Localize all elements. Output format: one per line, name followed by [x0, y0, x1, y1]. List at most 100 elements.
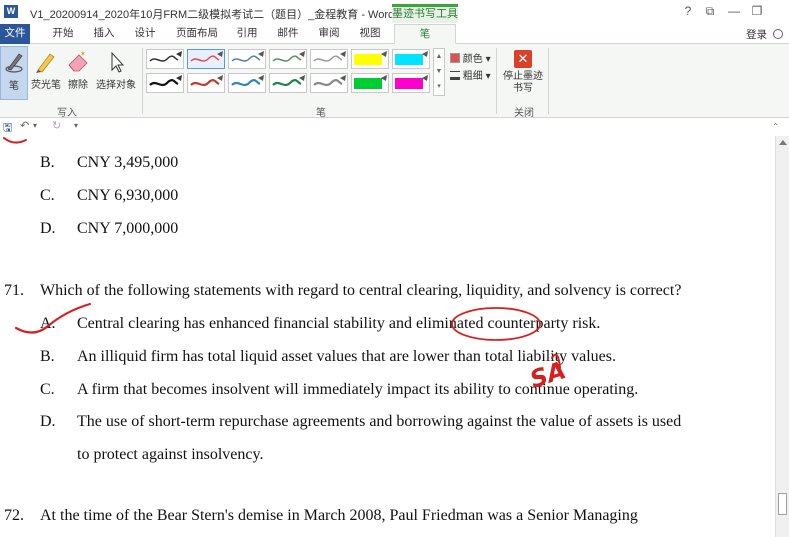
ink-stroke — [3, 137, 27, 144]
help-button[interactable]: ? — [679, 4, 697, 18]
pen-style-4[interactable] — [269, 49, 307, 69]
close-icon: ✕ — [514, 50, 532, 68]
highlighter-style-magenta[interactable] — [392, 73, 430, 93]
scroll-up-icon[interactable] — [779, 140, 787, 145]
stop-inking-label: 停止墨迹书写 — [503, 71, 543, 94]
collapse-ribbon-icon[interactable]: ⌃ — [772, 122, 779, 131]
option-letter: B. — [40, 154, 55, 171]
pen-style-10[interactable] — [310, 73, 348, 93]
pen-color-label: 颜色 — [462, 54, 483, 65]
pen-stroke-icon — [149, 51, 182, 62]
pen-stroke-icon — [231, 51, 264, 62]
ribbon-display-options-button[interactable]: ⧉ — [701, 4, 719, 19]
select-objects-button[interactable]: 选择对象 — [94, 46, 138, 100]
title-bar: W V1_20200914_2020年10月FRM二级模拟考试二（题目）_金程教… — [0, 0, 789, 24]
question-text: Which of the following statements with r… — [40, 282, 682, 299]
minimize-button[interactable]: — — [725, 4, 743, 18]
pen-gallery-scroller[interactable]: ▲ ▼ ▾ — [433, 48, 445, 96]
document-page[interactable]: B. CNY 3,495,000 C. CNY 6,930,000 D. CNY… — [0, 136, 775, 537]
option-letter: C. — [40, 187, 55, 204]
option-letter: B. — [40, 348, 55, 365]
highlighter-button[interactable]: 荧光笔 — [30, 46, 62, 100]
pen-stroke-icon — [313, 51, 346, 62]
tab-file[interactable]: 文件 — [0, 24, 30, 44]
option-letter: C. — [40, 381, 55, 398]
highlighter-style-cyan[interactable] — [392, 49, 430, 69]
pen-style-7[interactable] — [187, 73, 225, 93]
pen-style-6[interactable] — [146, 73, 184, 93]
highlighter-stroke-icon — [395, 51, 428, 65]
option-text: The use of short-term repurchase agreeme… — [77, 413, 682, 430]
word-app-icon[interactable]: W — [4, 5, 18, 18]
group-divider — [548, 48, 549, 114]
option-text: CNY 6,930,000 — [77, 187, 179, 204]
pen-style-5[interactable] — [310, 49, 348, 69]
pen-stroke-icon — [149, 75, 182, 87]
pen-stroke-icon — [231, 75, 264, 87]
eraser-icon: ✶ — [68, 50, 88, 72]
pen-button[interactable]: 笔 — [0, 46, 28, 100]
pen-style-8[interactable] — [228, 73, 266, 93]
tab-design[interactable]: 设计 — [131, 24, 159, 44]
group-divider — [496, 48, 497, 114]
tab-home[interactable]: 开始 — [49, 24, 77, 44]
eraser-button[interactable]: ✶ 擦除 — [64, 46, 92, 100]
sign-in-link[interactable]: 登录 — [746, 27, 767, 42]
pen-weight-dropdown[interactable]: 粗细 ▾ — [450, 67, 491, 82]
user-icon[interactable] — [773, 29, 783, 39]
option-text: to protect against insolvency. — [77, 446, 264, 463]
highlighter-label: 荧光笔 — [31, 80, 61, 91]
tab-mailings[interactable]: 邮件 — [274, 24, 302, 44]
customize-toolbar-icon[interactable]: ▾ — [74, 121, 78, 130]
undo-icon[interactable]: ↶ — [20, 119, 29, 132]
pen-style-1[interactable] — [146, 49, 184, 69]
scrollbar-thumb[interactable] — [778, 493, 787, 515]
pen-style-9[interactable] — [269, 73, 307, 93]
tab-insert[interactable]: 插入 — [90, 24, 118, 44]
cursor-arrow-icon — [111, 51, 125, 73]
redo-icon[interactable]: ↻ — [52, 119, 61, 132]
question-text: At the time of the Bear Stern's demise i… — [40, 507, 638, 524]
close-group-label: 关闭 — [514, 108, 534, 119]
pen-stroke-icon — [190, 75, 223, 87]
highlighter-stroke-icon — [395, 75, 428, 89]
chevron-down-icon: ▾ — [485, 54, 491, 65]
pen-stroke-icon — [190, 51, 223, 62]
tab-page-layout[interactable]: 页面布局 — [173, 24, 221, 44]
pen-icon — [5, 53, 23, 73]
tab-pens[interactable]: 笔 — [394, 24, 456, 44]
question-number: 72. — [4, 507, 24, 524]
ink-tools-context-title: 墨迹书写工具 — [392, 4, 458, 23]
select-objects-label: 选择对象 — [96, 80, 136, 91]
tab-view[interactable]: 视图 — [356, 24, 384, 44]
tab-review[interactable]: 审阅 — [315, 24, 343, 44]
eraser-label: 擦除 — [68, 80, 88, 91]
highlighter-stroke-icon — [354, 51, 387, 65]
option-letter: D. — [40, 413, 56, 430]
stop-inking-button[interactable]: ✕ 停止墨迹书写 — [502, 48, 544, 98]
pen-stroke-icon — [272, 75, 305, 87]
option-text: CNY 7,000,000 — [77, 220, 179, 237]
pen-color-icon — [450, 53, 460, 63]
pen-style-3[interactable] — [228, 49, 266, 69]
pen-stroke-icon — [313, 75, 346, 87]
pen-weight-label: 粗细 — [462, 71, 483, 82]
pen-color-dropdown[interactable]: 颜色 ▾ — [450, 50, 491, 65]
chevron-down-icon[interactable]: ▾ — [33, 121, 37, 130]
highlighter-style-green[interactable] — [351, 73, 389, 93]
highlighter-style-yellow[interactable] — [351, 49, 389, 69]
pens-group-label: 笔 — [316, 108, 326, 119]
chevron-down-icon: ▾ — [485, 71, 491, 82]
write-group-label: 写入 — [57, 108, 77, 119]
tab-references[interactable]: 引用 — [233, 24, 261, 44]
highlighter-icon — [36, 53, 55, 73]
option-text: CNY 3,495,000 — [77, 154, 179, 171]
quick-access-toolbar: 🖫 ↶ ▾ ↻ ▾ ⌃ — [0, 118, 789, 136]
option-letter: D. — [40, 220, 56, 237]
group-divider — [142, 48, 143, 114]
question-number: 71. — [4, 282, 24, 299]
pen-style-2[interactable] — [187, 49, 225, 69]
vertical-scrollbar[interactable] — [775, 136, 789, 537]
pen-label: 笔 — [9, 81, 19, 92]
restore-button[interactable]: ❐ — [748, 4, 766, 18]
